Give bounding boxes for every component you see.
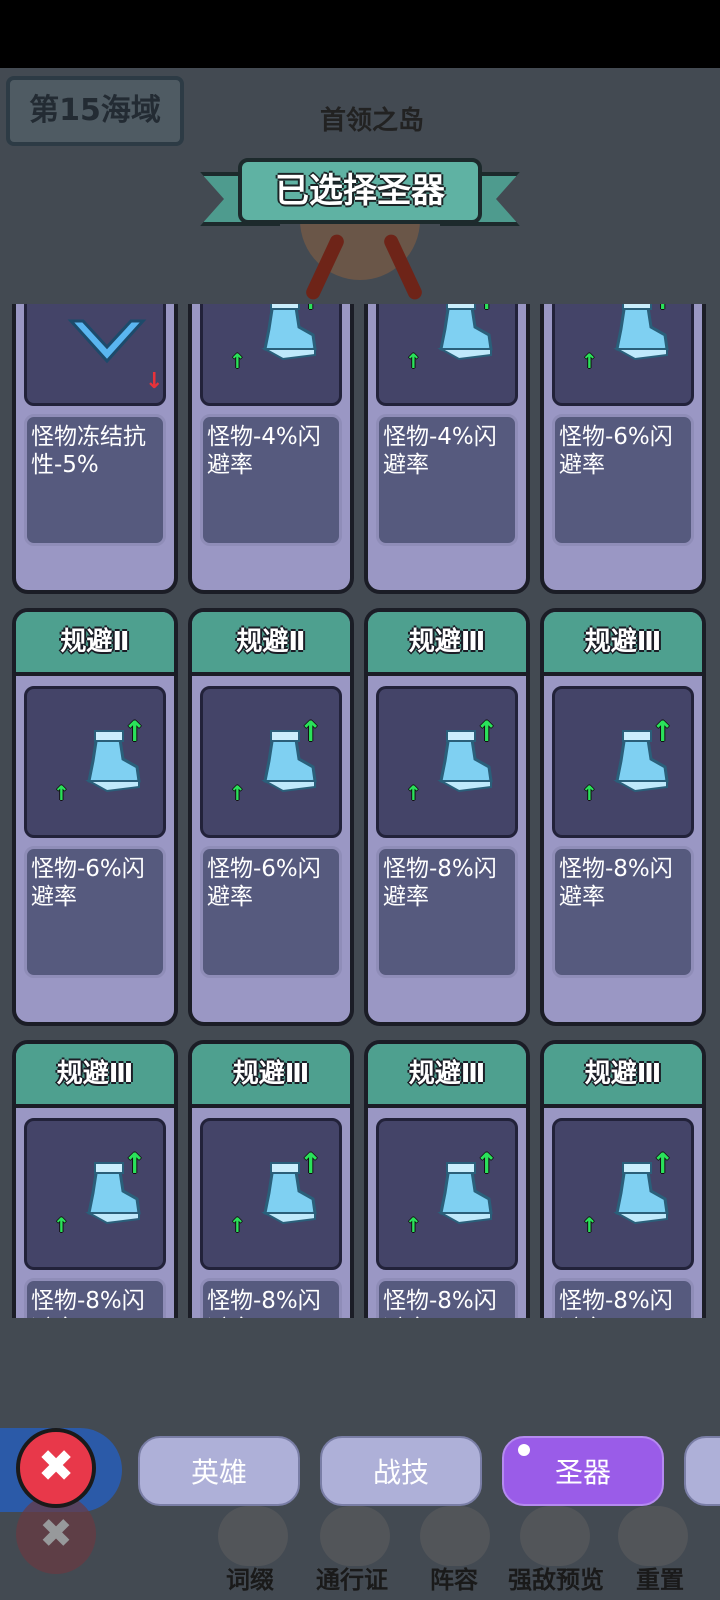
tab-heroes[interactable]: 英雄 [138, 1436, 300, 1506]
arrow-up-icon: ↑ [53, 781, 70, 805]
artifact-description: 怪物冻结抗性-5% [24, 414, 166, 546]
enemy-preview-icon [520, 1506, 590, 1566]
artifact-grid[interactable]: ↓怪物冻结抗性-5%↑↑怪物-4%闪避率↑↑怪物-4%闪避率↑↑怪物-6%闪避率… [0, 304, 720, 1318]
artifact-description: 怪物-8%闪避率 [376, 1278, 518, 1318]
artifact-card[interactable]: ↑↑怪物-4%闪避率 [364, 304, 530, 594]
boot-icon: ↑↑ [376, 304, 518, 406]
arrow-up-icon: ↑ [229, 1213, 246, 1237]
arrow-up-icon: ↑ [581, 349, 598, 373]
artifact-card[interactable]: 规避Ⅱ ↑ ↑ 怪物-6%闪避率 [12, 608, 178, 1026]
arrow-up-icon: ↑ [405, 781, 422, 805]
artifact-description: 怪物-6%闪避率 [200, 846, 342, 978]
artifact-card[interactable]: 规避Ⅲ↑↑怪物-8%闪避率 [188, 1040, 354, 1318]
notification-dot [518, 1444, 530, 1456]
tab-artifacts-label: 圣器 [554, 1456, 611, 1489]
boot-icon: ↑↑ [376, 1118, 518, 1270]
artifact-description: 怪物-4%闪避率 [376, 414, 518, 546]
shield-freeze-icon: ↓ [24, 304, 166, 406]
arrow-up-icon: ↑ [475, 1147, 499, 1180]
artifact-card[interactable]: 规避Ⅲ↑↑怪物-8%闪避率 [540, 1040, 706, 1318]
arrow-up-icon: ↑ [475, 715, 499, 748]
boot-icon: ↑↑ [200, 686, 342, 838]
artifact-description: 怪物-6%闪避率 [552, 414, 694, 546]
artifact-description: 怪物-4%闪避率 [200, 414, 342, 546]
arrow-up-icon: ↑ [651, 1147, 675, 1180]
artifact-card[interactable]: 规避Ⅲ↑↑怪物-8%闪避率 [364, 608, 530, 1026]
boot-icon: ↑↑ [200, 1118, 342, 1270]
arrow-up-icon: ↑ [405, 349, 422, 373]
menu-reset[interactable]: 重置 [636, 1560, 684, 1595]
arrow-up-icon: ↑ [123, 1147, 147, 1180]
boot-icon: ↑↑ [376, 686, 518, 838]
arrow-up-icon: ↑ [299, 715, 323, 748]
tab-artifacts[interactable]: 圣器 [502, 1436, 664, 1506]
arrow-up-icon: ↑ [299, 1147, 323, 1180]
artifact-description: 怪物-8%闪避率 [376, 846, 518, 978]
boot-icon: ↑↑ [552, 304, 694, 406]
artifact-title: 规避Ⅲ [544, 612, 702, 676]
reset-icon [618, 1506, 688, 1566]
menu-lineup[interactable]: 阵容 [430, 1560, 478, 1595]
artifact-description: 怪物-8%闪避率 [200, 1278, 342, 1318]
affix-icon [218, 1506, 288, 1566]
artifact-card[interactable]: 规避Ⅱ ↑ ↑ 怪物-6%闪避率 [188, 608, 354, 1026]
boot-icon: ↑↑ [24, 686, 166, 838]
sea-area-label: 第15海域 [6, 76, 184, 146]
artifact-card[interactable]: 规避Ⅲ↑↑怪物-8%闪避率 [12, 1040, 178, 1318]
boot-icon: ↑↑ [200, 304, 342, 406]
tab-skills[interactable]: 战技 [320, 1436, 482, 1506]
artifact-card[interactable]: ↑↑怪物-4%闪避率 [188, 304, 354, 594]
artifact-title: 规避Ⅲ [368, 612, 526, 676]
close-button[interactable]: ✖ [16, 1428, 96, 1508]
arrow-up-icon: ↑ [123, 715, 147, 748]
arrow-up-icon: ↑ [229, 781, 246, 805]
artifact-card[interactable]: 规避Ⅲ↑↑怪物-8%闪避率 [540, 608, 706, 1026]
artifact-title: 规避Ⅲ [192, 1044, 350, 1108]
artifact-card[interactable]: ↓ 怪物冻结抗性-5% [12, 304, 178, 594]
artifact-title: 规避Ⅲ [368, 1044, 526, 1108]
arrow-up-icon: ↑ [475, 304, 498, 316]
artifact-card[interactable]: ↑↑怪物-6%闪避率 [540, 304, 706, 594]
artifact-title: 规避Ⅲ [544, 1044, 702, 1108]
arrow-up-icon: ↑ [651, 304, 674, 316]
artifact-description: 怪物-8%闪避率 [552, 1278, 694, 1318]
artifact-card[interactable]: 规避Ⅲ↑↑怪物-8%闪避率 [364, 1040, 530, 1318]
arrow-up-icon: ↑ [53, 1213, 70, 1237]
arrow-up-icon: ↑ [581, 781, 598, 805]
boot-icon: ↑↑ [552, 1118, 694, 1270]
artifact-description: 怪物-8%闪避率 [552, 846, 694, 978]
boot-icon: ↑↑ [552, 686, 694, 838]
lineup-icon [420, 1506, 490, 1566]
menu-affix[interactable]: 词缀 [226, 1560, 274, 1595]
artifact-description: 怪物-8%闪避率 [24, 1278, 166, 1318]
down-arrow-icon: ↓ [145, 369, 164, 394]
arrow-up-icon: ↑ [651, 715, 675, 748]
artifact-description: 怪物-6%闪避率 [24, 846, 166, 978]
island-name: 首领之岛 [320, 106, 425, 136]
boot-icon: ↑↑ [24, 1118, 166, 1270]
arrow-up-icon: ↑ [405, 1213, 422, 1237]
menu-pass[interactable]: 通行证 [316, 1560, 388, 1595]
tab-more[interactable] [684, 1436, 720, 1506]
title-banner: 已选择圣器 [200, 158, 520, 234]
arrow-up-icon: ↑ [229, 349, 246, 373]
status-bar [0, 0, 720, 68]
menu-enemy-preview[interactable]: 强敌预览 [508, 1560, 604, 1595]
arrow-up-icon: ↑ [299, 304, 322, 316]
artifact-title: 规避Ⅱ [192, 612, 350, 676]
pass-icon [320, 1506, 390, 1566]
artifact-title: 规避Ⅱ [16, 612, 174, 676]
arrow-up-icon: ↑ [581, 1213, 598, 1237]
banner-title: 已选择圣器 [238, 158, 482, 224]
artifact-title: 规避Ⅲ [16, 1044, 174, 1108]
